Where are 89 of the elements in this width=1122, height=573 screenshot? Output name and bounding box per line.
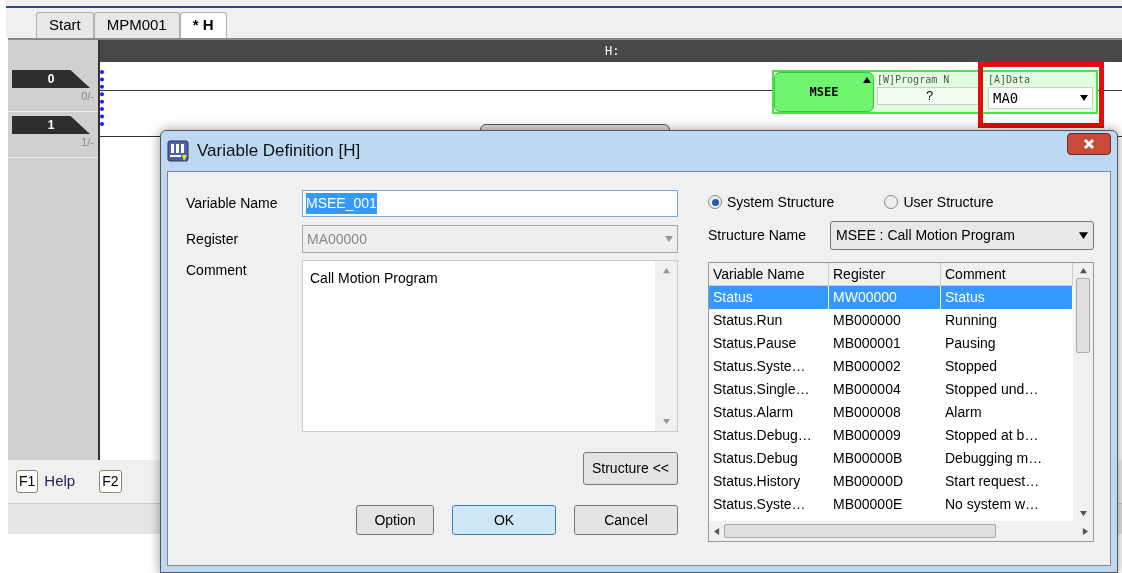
editor-tab[interactable]: MPM001 bbox=[93, 12, 180, 38]
caret-icon bbox=[1080, 94, 1088, 102]
column-header[interactable]: Register bbox=[829, 263, 941, 285]
close-icon bbox=[1083, 138, 1095, 150]
table-cell-text: MB000001 bbox=[832, 334, 902, 353]
table-cell: MW00000 bbox=[829, 286, 941, 309]
left-arrow-icon bbox=[713, 527, 720, 535]
close-button[interactable] bbox=[1067, 133, 1111, 155]
table-cell-text: Pausing bbox=[944, 334, 997, 353]
comment-field[interactable]: Call Motion Program bbox=[302, 260, 678, 432]
table-row[interactable]: Status.Syste… MB000002 Stopped bbox=[709, 355, 1073, 378]
table-cell-text: Stopped bbox=[944, 357, 999, 376]
editor-tab[interactable]: Start bbox=[36, 12, 94, 38]
ladder-header: H: bbox=[605, 43, 620, 60]
table-cell-text: Status.History bbox=[712, 472, 802, 491]
table-cell-text: MB00000E bbox=[832, 495, 904, 514]
table-cell-text: MB000000 bbox=[832, 311, 902, 330]
structure-radio[interactable]: User Structure bbox=[884, 191, 994, 213]
field-label: Structure Name bbox=[708, 225, 807, 245]
up-arrow-icon bbox=[662, 267, 670, 274]
table-cell-text: MB00000D bbox=[832, 472, 905, 491]
vertical-scrollbar[interactable] bbox=[1073, 263, 1093, 521]
caret-icon bbox=[665, 235, 673, 243]
table-cell-text: MB000002 bbox=[832, 357, 902, 376]
table-cell-text: Status.Pause bbox=[712, 334, 798, 353]
data-dropdown[interactable]: MA0 bbox=[988, 87, 1093, 109]
function-key-label: Help bbox=[44, 471, 76, 492]
dialog-button[interactable]: OK bbox=[452, 505, 556, 535]
table-row[interactable]: Status.Run MB000000 Running bbox=[709, 309, 1073, 332]
table-cell-text: Stopped at b… bbox=[944, 426, 1040, 445]
table-cell: Status bbox=[709, 286, 829, 309]
structure-button[interactable]: Structure << bbox=[582, 452, 678, 485]
right-arrow-icon bbox=[1082, 527, 1089, 535]
table-cell-text: Status.Single… bbox=[712, 380, 811, 399]
field-label: Comment bbox=[186, 261, 248, 280]
table-cell-text: Status.Syste… bbox=[712, 495, 807, 514]
app-icon bbox=[167, 140, 189, 162]
dialog-title: Variable Definition [H] bbox=[197, 140, 361, 163]
table-row[interactable]: Status.Syste… MB00000E No system w… bbox=[709, 493, 1073, 516]
function-key[interactable]: F2 bbox=[99, 470, 122, 493]
table-cell-text: Status.Run bbox=[712, 311, 784, 330]
table-cell-text: MB000008 bbox=[832, 403, 902, 422]
table-row[interactable]: Status.Single… MB000004 Stopped und… bbox=[709, 378, 1073, 401]
rung-number: 1 bbox=[12, 116, 90, 134]
selected-text: MSEE_001 bbox=[306, 192, 377, 214]
triangle-icon bbox=[863, 76, 871, 84]
scroll-thumb[interactable] bbox=[724, 524, 996, 538]
block-name: MSEE bbox=[809, 84, 839, 101]
caret-icon bbox=[1079, 230, 1088, 240]
table-cell-text: Alarm bbox=[944, 403, 983, 422]
rung-step: 0/- bbox=[81, 88, 98, 105]
dialog-button[interactable]: Option bbox=[356, 505, 434, 535]
param-label: [W]Program N bbox=[877, 73, 951, 87]
rung-number: 0 bbox=[12, 70, 90, 88]
table-cell-text: MB000009 bbox=[832, 426, 902, 445]
rung-step: 1/- bbox=[81, 134, 98, 151]
table-cell-text: MB00000B bbox=[832, 449, 904, 468]
editor-tab[interactable]: * H bbox=[179, 12, 227, 38]
comment-text: Call Motion Program bbox=[309, 269, 439, 288]
structure-radio[interactable]: System Structure bbox=[708, 191, 835, 213]
field-label: Variable Name bbox=[186, 193, 279, 213]
table-cell-text: Stopped und… bbox=[944, 380, 1040, 399]
table-row[interactable]: Status.Alarm MB000008 Alarm bbox=[709, 401, 1073, 424]
table-cell-text: Start request… bbox=[944, 472, 1041, 491]
down-arrow-icon bbox=[662, 418, 670, 425]
table-row[interactable]: Status.Debug… MB000009 Stopped at b… bbox=[709, 424, 1073, 447]
down-arrow-icon bbox=[1079, 510, 1087, 517]
table-row[interactable]: Status.Debug MB00000B Debugging m… bbox=[709, 447, 1073, 470]
table-cell-text: Status.Debug bbox=[712, 449, 799, 468]
horizontal-scrollbar[interactable] bbox=[709, 521, 1093, 541]
table-cell-text: Running bbox=[944, 311, 999, 330]
table-cell-text: Status.Syste… bbox=[712, 357, 807, 376]
table-row[interactable]: Status.History MB00000D Start request… bbox=[709, 470, 1073, 493]
function-key[interactable]: F1 bbox=[16, 470, 39, 493]
up-arrow-icon bbox=[1079, 267, 1087, 274]
param-label: [A]Data bbox=[988, 73, 1032, 87]
table-cell-text: MB000004 bbox=[832, 380, 902, 399]
table-cell-text: Status.Debug… bbox=[712, 426, 813, 445]
table-cell-text: No system w… bbox=[944, 495, 1041, 514]
field-label: Register bbox=[186, 229, 240, 249]
scroll-thumb[interactable] bbox=[1076, 278, 1090, 353]
scrollbar[interactable] bbox=[655, 261, 677, 431]
table-row[interactable]: Status.Pause MB000001 Pausing bbox=[709, 332, 1073, 355]
dialog-button[interactable]: Cancel bbox=[574, 505, 678, 535]
table-cell-text: Debugging m… bbox=[944, 449, 1044, 468]
column-header[interactable]: Variable Name bbox=[709, 263, 829, 285]
table-cell-text: Status.Alarm bbox=[712, 403, 795, 422]
structure-dropdown[interactable]: MSEE : Call Motion Program bbox=[830, 220, 1094, 250]
function-block[interactable]: MSEE [W]Program N ? [A]Data MA0 bbox=[772, 70, 1098, 114]
